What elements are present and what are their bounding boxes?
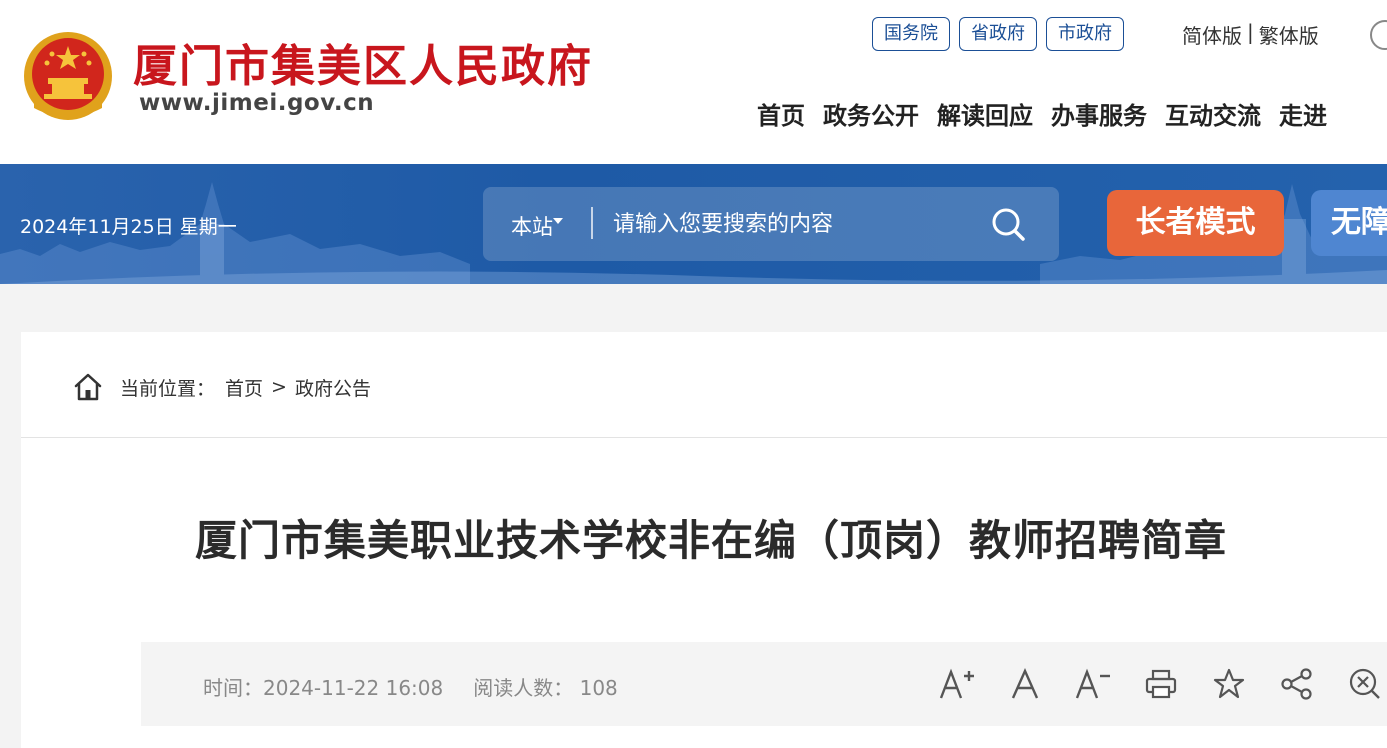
breadcrumb-current[interactable]: 政府公告 [295,374,371,401]
read-count-value: 108 [579,676,618,700]
font-increase-icon[interactable] [933,664,981,704]
lang-separator: | [1247,20,1254,44]
site-header: 厦门市集美区人民政府 www.jimei.gov.cn 国务院 省政府 市政府 … [0,0,1387,164]
accessibility-button[interactable]: 无障 [1311,190,1387,256]
user-icon[interactable] [1370,20,1387,50]
nav-item-about[interactable]: 走进 [1279,96,1327,131]
chevron-down-icon[interactable] [553,218,563,224]
search-scope-select[interactable]: 本站 [511,211,553,241]
breadcrumb-label: 当前位置： [120,377,216,400]
site-url: www.jimei.gov.cn [139,90,375,116]
article-meta-bar: 时间：2024-11-22 16:08 阅读人数： 108 [141,642,1387,726]
read-count: 阅读人数： 108 [473,672,618,701]
search-banner: 2024年11月25日 星期一 本站 长者模式 无障 [0,164,1387,284]
read-count-label: 阅读人数： [473,676,574,700]
nav-item-home[interactable]: 首页 [757,96,805,131]
lang-simplified[interactable]: 简体版 [1182,20,1242,49]
nav-item-interpretation[interactable]: 解读回应 [937,96,1033,131]
breadcrumb-divider [21,437,1387,438]
article-tools [933,664,1387,704]
gov-links: 国务院 省政府 市政府 [872,17,1124,51]
share-icon[interactable] [1273,664,1321,704]
gov-link-city[interactable]: 市政府 [1046,17,1124,51]
elder-mode-button[interactable]: 长者模式 [1107,190,1284,256]
main-nav: 首页 政务公开 解读回应 办事服务 互动交流 走进 [757,96,1327,131]
current-date: 2024年11月25日 星期一 [20,216,237,238]
breadcrumb: 当前位置： 首页 > 政府公告 [73,372,371,402]
breadcrumb-home[interactable]: 首页 [225,374,263,401]
breadcrumb-separator: > [271,376,287,398]
gov-link-province[interactable]: 省政府 [959,17,1037,51]
font-decrease-icon[interactable] [1069,664,1117,704]
star-icon[interactable] [1205,664,1253,704]
search-input[interactable] [613,205,983,243]
article-meta: 时间：2024-11-22 16:08 阅读人数： 108 [203,672,618,701]
publish-time: 时间：2024-11-22 16:08 [203,672,443,701]
gov-link-state-council[interactable]: 国务院 [872,17,950,51]
nav-item-interaction[interactable]: 互动交流 [1165,96,1261,131]
article-panel: 当前位置： 首页 > 政府公告 厦门市集美职业技术学校非在编（顶岗）教师招聘简章… [21,332,1387,748]
nav-item-services[interactable]: 办事服务 [1051,96,1147,131]
publish-time-value: 2024-11-22 16:08 [263,676,444,700]
national-emblem-icon[interactable] [22,30,114,122]
search-divider [591,207,593,239]
site-name[interactable]: 厦门市集美区人民政府 [133,30,593,94]
home-icon[interactable] [73,372,103,402]
close-icon[interactable] [1341,664,1387,704]
publish-time-label: 时间： [203,676,263,700]
font-reset-icon[interactable] [1001,664,1049,704]
language-switch: 简体版 | 繁体版 [1182,20,1319,49]
print-icon[interactable] [1137,664,1185,704]
search-icon[interactable] [988,204,1028,244]
article-title: 厦门市集美职业技术学校非在编（顶岗）教师招聘简章 [195,516,1228,565]
nav-item-gov-affairs[interactable]: 政务公开 [823,96,919,131]
lang-traditional[interactable]: 繁体版 [1259,20,1319,49]
search-box: 本站 [483,187,1059,261]
